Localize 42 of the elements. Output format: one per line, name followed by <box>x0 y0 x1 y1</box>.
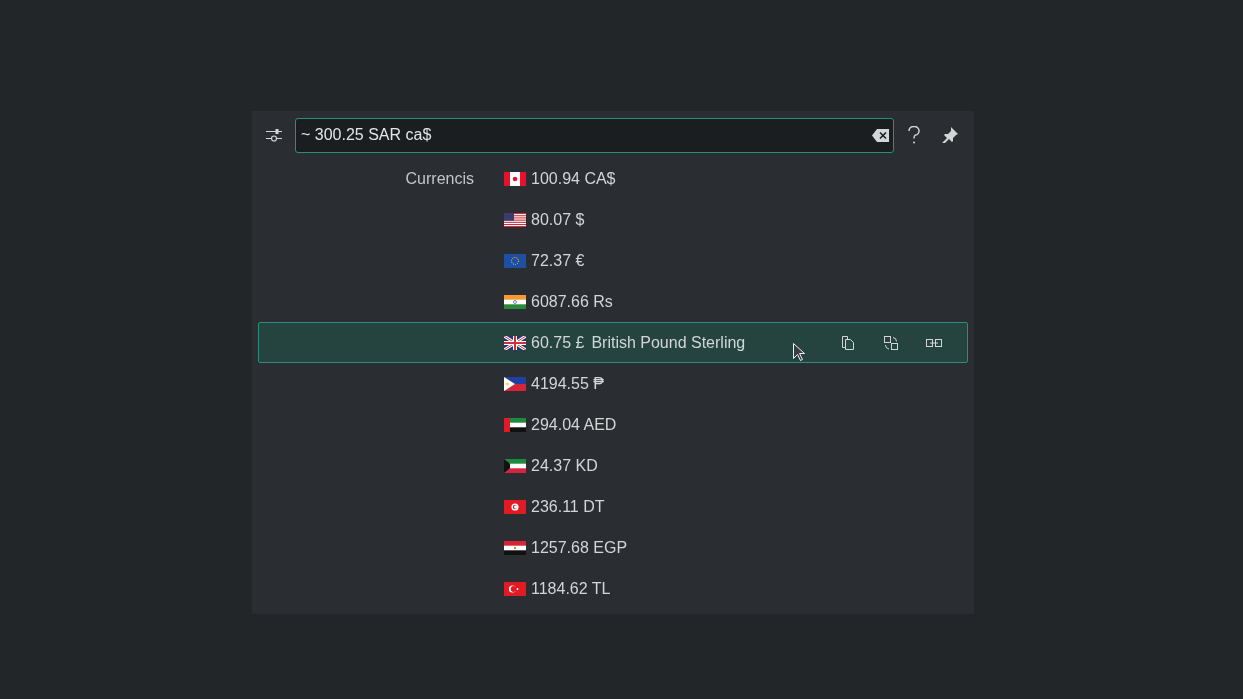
result-amount: 80.07 $ <box>531 209 585 230</box>
mouse-cursor-icon <box>793 342 805 361</box>
result-row[interactable]: 72.37 € <box>258 240 968 281</box>
flag-icon <box>504 212 526 227</box>
flag-icon <box>504 171 526 186</box>
result-amount: 24.37 KD <box>531 455 598 476</box>
flag-icon <box>504 253 526 268</box>
flag-icon <box>504 581 526 596</box>
result-row[interactable]: 60.75 £ British Pound Sterling <box>258 322 968 363</box>
result-row[interactable]: 294.04 AED <box>258 404 968 445</box>
flag-icon <box>504 417 526 432</box>
category-label: Currencis <box>405 168 474 189</box>
convert-icon[interactable] <box>883 334 901 351</box>
result-description: British Pound Sterling <box>591 332 746 353</box>
result-amount: 6087.66 Rs <box>531 291 613 312</box>
pin-icon[interactable] <box>942 127 958 143</box>
result-amount: 72.37 € <box>531 250 585 271</box>
flag-icon <box>504 335 526 350</box>
flag-icon <box>504 294 526 309</box>
flag-icon <box>504 376 526 391</box>
result-amount: 60.75 £ <box>531 332 585 353</box>
flag-icon <box>504 458 526 473</box>
result-amount: 1257.68 EGP <box>531 537 628 558</box>
help-icon[interactable] <box>908 126 920 144</box>
result-row[interactable]: 80.07 $ <box>258 199 968 240</box>
result-amount: 1184.62 TL <box>531 578 611 599</box>
result-row[interactable]: 1257.68 EGP <box>258 527 968 568</box>
result-row[interactable]: 6087.66 Rs <box>258 281 968 322</box>
result-amount: 100.94 CA$ <box>531 168 616 189</box>
flag-icon <box>504 540 526 555</box>
search-field[interactable]: ~ 300.25 SAR ca$ <box>295 117 894 153</box>
result-amount: 294.04 AED <box>531 414 617 435</box>
clear-icon[interactable] <box>872 128 889 142</box>
result-row[interactable]: 24.37 KD <box>258 445 968 486</box>
result-amount: 236.11 DT <box>531 496 605 517</box>
flag-icon <box>504 499 526 514</box>
settings-icon[interactable] <box>266 127 282 143</box>
result-row[interactable]: 4194.55 ₱ <box>258 363 968 404</box>
result-amount: 4194.55 ₱ <box>531 373 604 394</box>
result-row[interactable]: Currencis 100.94 CA$ <box>258 158 968 199</box>
result-row[interactable]: 1184.62 TL <box>258 568 968 609</box>
result-row[interactable]: 236.11 DT <box>258 486 968 527</box>
